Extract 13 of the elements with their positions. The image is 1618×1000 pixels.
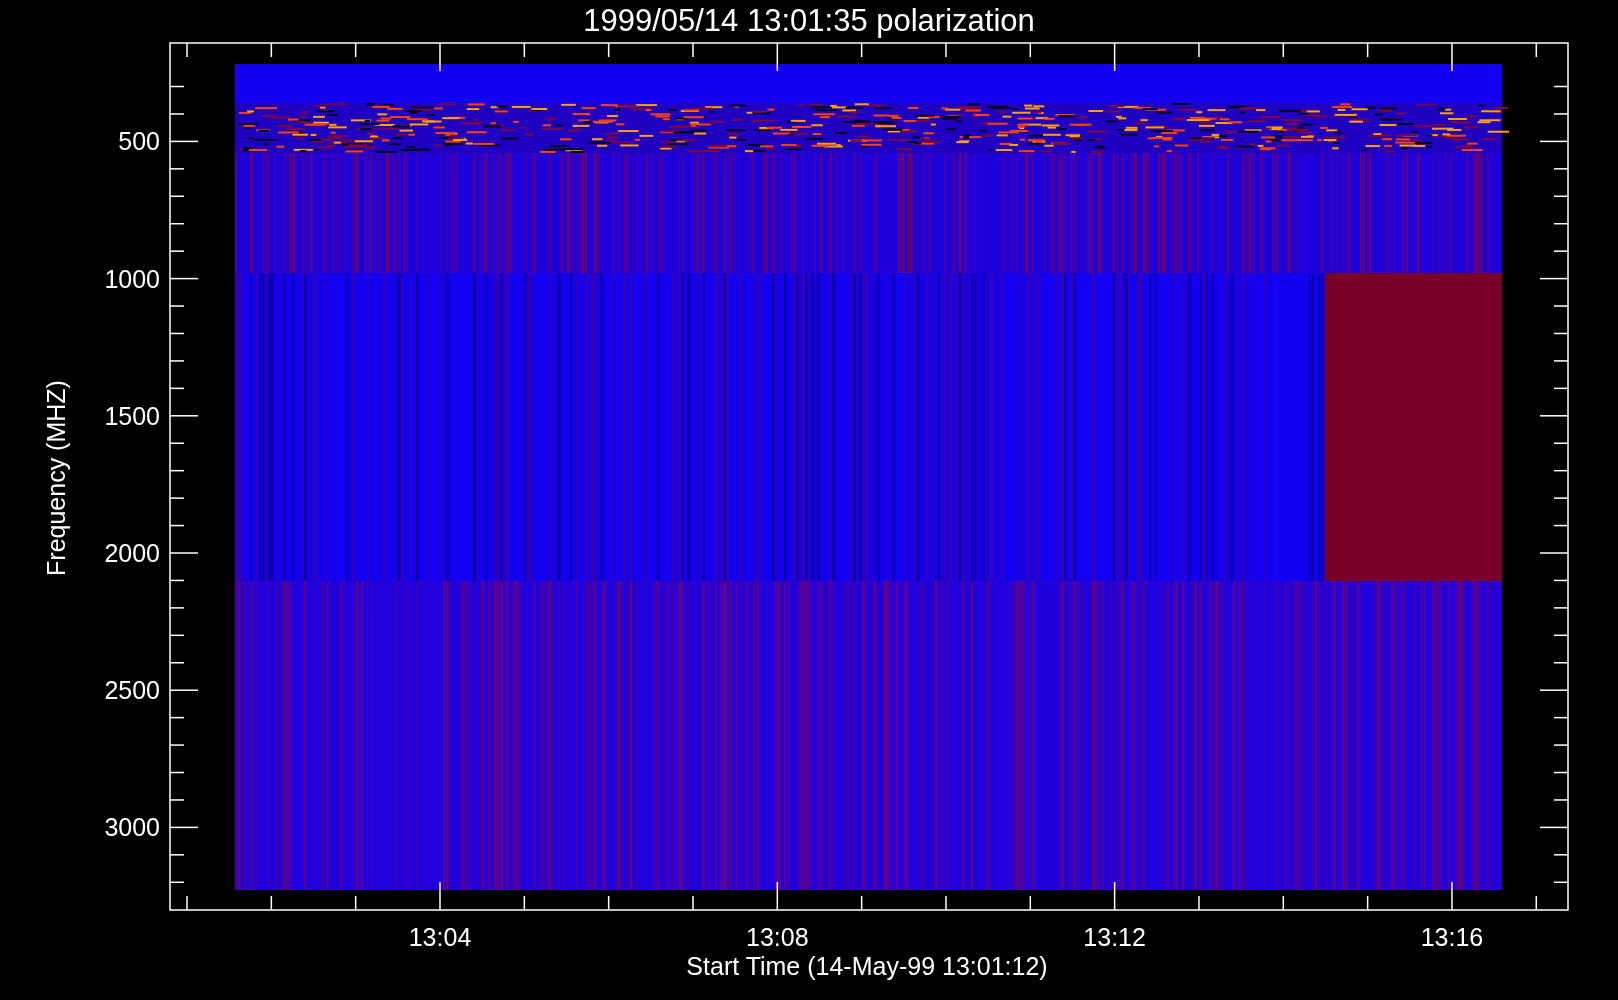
y-tick-label: 3000	[104, 813, 160, 842]
x-tick-label: 13:04	[408, 923, 472, 951]
x-tick-label: 13:08	[746, 923, 809, 951]
plot-title: 1999/05/14 13:01:35 polarization	[583, 3, 1035, 38]
x-axis-label: Start Time (14-May-99 13:01:12)	[686, 952, 1048, 980]
x-tick-label: 13:16	[1420, 923, 1484, 951]
y-tick-label: 500	[118, 127, 160, 156]
y-tick-label: 2000	[104, 539, 160, 567]
x-tick-label: 13:12	[1083, 923, 1146, 951]
y-tick-label: 2500	[104, 676, 160, 705]
y-tick-label: 1000	[104, 264, 160, 293]
y-axis-label: Frequency (MHZ)	[42, 380, 70, 576]
y-tick-label: 1500	[104, 401, 160, 430]
